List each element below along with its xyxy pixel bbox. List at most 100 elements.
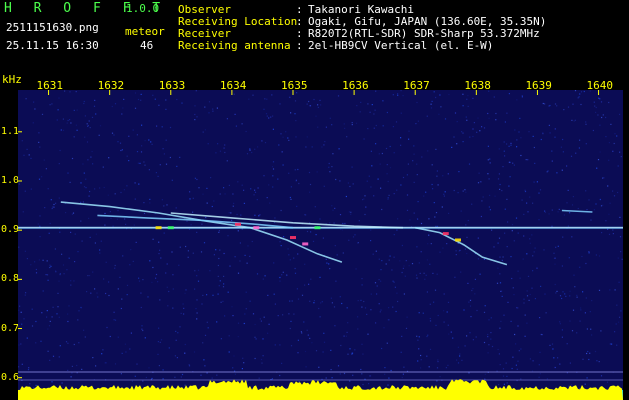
noise-pixel xyxy=(309,105,311,107)
noise-pixel xyxy=(516,307,518,309)
noise-pixel xyxy=(508,185,510,187)
noise-pixel xyxy=(355,122,358,124)
noise-pixel xyxy=(102,166,104,168)
noise-pixel xyxy=(381,152,383,155)
noise-pixel xyxy=(483,311,486,313)
noise-pixel xyxy=(26,148,28,150)
noise-pixel xyxy=(400,184,402,186)
noise-pixel xyxy=(202,342,204,344)
noise-pixel xyxy=(293,257,295,259)
noise-pixel xyxy=(301,294,304,296)
meteor-label: meteor xyxy=(125,25,165,38)
noise-pixel xyxy=(447,324,449,326)
noise-pixel xyxy=(249,300,251,302)
noise-pixel xyxy=(540,285,542,287)
noise-pixel xyxy=(466,252,468,255)
noise-pixel xyxy=(455,254,457,256)
noise-pixel xyxy=(420,359,422,361)
noise-pixel xyxy=(103,278,105,280)
noise-pixel xyxy=(296,92,298,94)
noise-pixel xyxy=(421,156,423,158)
noise-pixel xyxy=(588,251,590,253)
noise-pixel xyxy=(96,292,98,294)
noise-pixel xyxy=(87,275,89,277)
noise-pixel xyxy=(607,228,609,230)
noise-pixel xyxy=(595,111,597,113)
noise-pixel xyxy=(543,249,545,251)
noise-pixel xyxy=(559,363,561,365)
noise-pixel xyxy=(141,325,143,327)
noise-pixel xyxy=(60,129,62,131)
noise-pixel xyxy=(612,150,614,152)
noise-pixel xyxy=(532,202,534,204)
noise-pixel xyxy=(538,192,540,194)
noise-pixel xyxy=(35,320,37,323)
noise-pixel xyxy=(134,182,136,184)
noise-pixel xyxy=(526,253,528,255)
noise-pixel xyxy=(155,273,158,276)
noise-pixel xyxy=(75,91,77,93)
noise-pixel xyxy=(140,306,142,309)
noise-pixel xyxy=(313,302,315,304)
noise-pixel xyxy=(446,243,448,245)
noise-pixel xyxy=(283,236,285,238)
noise-pixel xyxy=(428,234,430,236)
noise-pixel xyxy=(80,182,82,184)
noise-pixel xyxy=(385,147,388,150)
noise-pixel xyxy=(567,189,569,191)
noise-pixel xyxy=(615,323,617,325)
noise-pixel xyxy=(232,315,234,317)
noise-pixel xyxy=(568,257,570,259)
noise-pixel xyxy=(76,109,78,111)
noise-pixel xyxy=(397,94,399,96)
noise-pixel xyxy=(243,189,245,191)
noise-pixel xyxy=(524,189,526,191)
noise-pixel xyxy=(46,274,49,276)
noise-pixel xyxy=(45,274,47,276)
noise-pixel xyxy=(233,93,235,95)
noise-pixel xyxy=(511,224,514,226)
noise-pixel xyxy=(305,366,307,368)
noise-pixel xyxy=(392,126,394,128)
noise-pixel xyxy=(406,174,408,176)
noise-pixel xyxy=(252,313,255,315)
noise-pixel xyxy=(475,336,477,338)
noise-pixel xyxy=(53,203,55,206)
noise-pixel xyxy=(498,173,500,175)
noise-pixel xyxy=(436,273,438,275)
noise-pixel xyxy=(561,336,563,338)
noise-pixel xyxy=(551,160,553,162)
noise-pixel xyxy=(472,288,474,290)
noise-pixel xyxy=(408,138,410,140)
noise-pixel xyxy=(523,235,525,237)
noise-pixel xyxy=(350,213,352,215)
noise-pixel xyxy=(477,117,479,119)
noise-pixel xyxy=(80,220,82,222)
noise-pixel xyxy=(40,340,42,342)
noise-pixel xyxy=(247,245,249,247)
noise-pixel xyxy=(179,156,181,158)
noise-pixel xyxy=(420,367,422,369)
noise-pixel xyxy=(266,98,268,100)
noise-pixel xyxy=(595,203,597,205)
noise-pixel xyxy=(271,166,274,168)
noise-pixel xyxy=(105,261,107,263)
noise-pixel xyxy=(333,222,335,224)
noise-pixel xyxy=(597,159,600,161)
noise-pixel xyxy=(233,202,235,204)
noise-pixel xyxy=(64,90,66,92)
noise-pixel xyxy=(355,268,357,270)
noise-pixel xyxy=(42,290,44,292)
noise-pixel xyxy=(587,350,589,353)
noise-pixel xyxy=(619,151,621,153)
noise-pixel xyxy=(488,178,490,180)
noise-pixel xyxy=(534,247,536,249)
noise-pixel xyxy=(571,330,574,332)
noise-pixel xyxy=(487,336,489,338)
noise-pixel xyxy=(58,356,60,358)
noise-pixel xyxy=(528,299,530,301)
noise-pixel xyxy=(612,233,614,235)
noise-pixel xyxy=(487,333,489,336)
noise-pixel xyxy=(66,122,68,124)
noise-pixel xyxy=(574,119,576,121)
